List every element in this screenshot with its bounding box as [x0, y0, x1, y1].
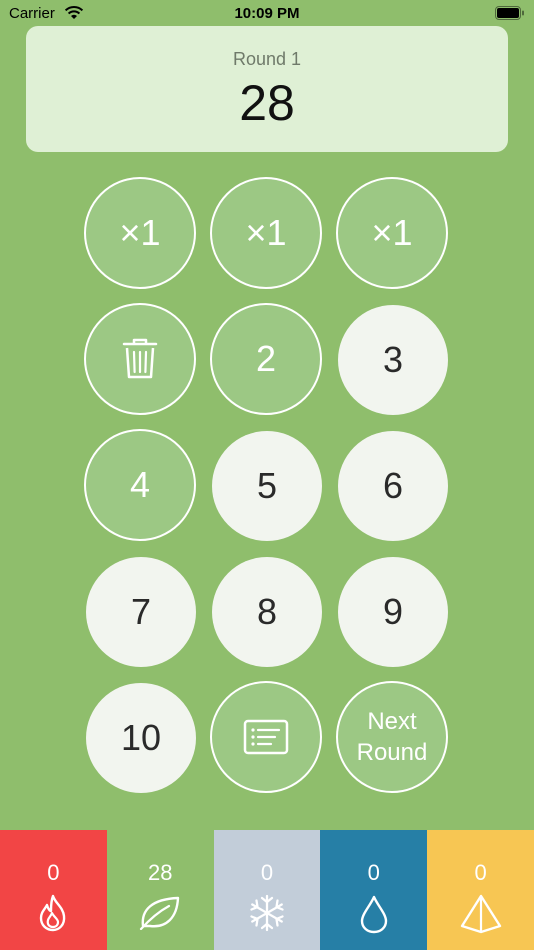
keypad: ×1 ×1 ×1 2 3 4 5 6 7 8 9 10 Next Round: [0, 0, 534, 830]
next-round-label-line1: Next: [367, 708, 417, 735]
tab-water[interactable]: 0: [320, 830, 428, 950]
number-button-9[interactable]: 9: [338, 557, 448, 667]
next-round-button[interactable]: Next Round: [336, 681, 448, 793]
number-button-5[interactable]: 5: [212, 431, 322, 541]
tab-fire[interactable]: 0: [0, 830, 107, 950]
number-button-8[interactable]: 8: [212, 557, 322, 667]
next-round-label-line2: Round: [356, 739, 428, 766]
trash-icon: [122, 338, 158, 379]
fire-count: 0: [47, 860, 60, 885]
number-button-4[interactable]: 4: [84, 429, 196, 541]
number-button-7[interactable]: 7: [86, 557, 196, 667]
leaf-icon: [140, 896, 180, 930]
tab-pyramid[interactable]: 0: [427, 830, 534, 950]
number-button-10[interactable]: 10: [86, 683, 196, 793]
number-button-3[interactable]: 3: [338, 305, 448, 415]
pyramid-icon: [460, 894, 501, 934]
water-count: 0: [367, 860, 380, 885]
pyramid-count: 0: [474, 860, 487, 885]
multiplier-button-2[interactable]: ×1: [210, 177, 322, 289]
number-button-2[interactable]: 2: [210, 303, 322, 415]
multiplier-button-3[interactable]: ×1: [336, 177, 448, 289]
snow-count: 0: [260, 860, 274, 885]
multiplier-button-1[interactable]: ×1: [84, 177, 196, 289]
list-card-icon: [243, 719, 289, 755]
delete-button[interactable]: [84, 303, 196, 415]
number-button-6[interactable]: 6: [338, 431, 448, 541]
snowflake-icon: [250, 894, 284, 932]
tab-leaf[interactable]: 28: [106, 830, 214, 950]
leaf-count: 28: [147, 860, 173, 885]
tab-snow[interactable]: 0: [213, 830, 321, 950]
water-drop-icon: [360, 895, 387, 934]
element-tab-bar: 0 28 0 0 0: [0, 830, 534, 950]
history-button[interactable]: [210, 681, 322, 793]
fire-icon: [40, 894, 66, 932]
